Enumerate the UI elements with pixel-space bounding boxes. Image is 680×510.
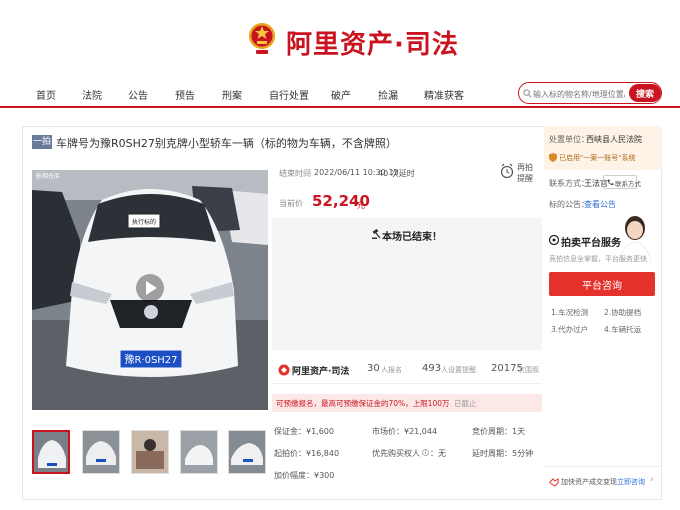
disposal-unit-label: 处置单位： <box>549 135 589 144</box>
disposal-unit-value[interactable]: 西峡县人民法院 <box>586 134 642 145</box>
service-item[interactable]: 3.代办过户 <box>551 324 588 335</box>
search-input[interactable] <box>533 87 625 101</box>
reminders-label: 人设置提醒 <box>441 366 476 374</box>
current-price-unit: 元 <box>357 201 365 210</box>
lot-title: 车牌号为豫R0SH27别克牌小型轿车一辆（标的物为车辆，不含牌照） <box>56 137 397 150</box>
deposit: 保证金：¥1,600 <box>274 427 334 436</box>
brand-logo-icon <box>278 364 290 376</box>
chevron-right-icon: › <box>650 475 654 485</box>
auction-service-icon <box>549 235 559 245</box>
market-price: 市场价：¥21,044 <box>372 427 438 436</box>
car-photo-image: 执行标的 豫R·0SH27 影相仓库 <box>32 170 268 410</box>
auction-ended-text: 本场已结束！ <box>382 232 442 243</box>
lot-notice-label: 标的公告： <box>549 200 589 209</box>
service-title: 拍卖平台服务 <box>561 238 621 249</box>
nav-item-self-disposal[interactable]: 自行处置 <box>269 87 309 102</box>
consult-banner[interactable]: 加快资产成交变现 立即咨询 › <box>544 466 662 496</box>
reminders-count: 493 <box>422 363 442 374</box>
nav-item-court[interactable]: 法院 <box>82 87 102 102</box>
remind-button[interactable]: 再拍 提醒 <box>500 160 540 194</box>
current-price-label: 当前价 <box>279 199 303 208</box>
deposit-notice-bar: 可预缴报名，最高可预缴保证金的70%，上限100万 已截止 <box>272 394 542 412</box>
nav-item-preview[interactable]: 预告 <box>175 87 195 102</box>
signups-label: 人报名 <box>381 366 402 374</box>
search-box: 搜索 <box>518 82 662 104</box>
thumbnail-2[interactable] <box>82 430 120 474</box>
priority-buyer-label: 优先购买权人 <box>372 449 420 458</box>
service-item[interactable]: 2.协助提档 <box>604 307 641 318</box>
system-badge: 已启用"一案一账号"系统 <box>559 154 636 162</box>
priority-buyer-value: ：无 <box>430 449 446 458</box>
phone-icon <box>608 179 614 186</box>
consult-now-link[interactable]: 立即咨询 <box>617 477 645 487</box>
platform-consult-button[interactable]: 平台咨询 <box>549 272 655 296</box>
info-icon[interactable] <box>422 449 429 456</box>
deposit-notice-status: 已截止 <box>454 399 477 408</box>
license-plate-text: 豫R·0SH27 <box>124 353 177 366</box>
auction-details: 保证金：¥1,600 市场价：¥21,044 竞价周期：1天 起拍价：¥16,8… <box>272 420 542 488</box>
nav-item-bankruptcy[interactable]: 破产 <box>331 87 351 102</box>
court-seal-icon <box>249 23 275 54</box>
main-car-photo[interactable]: 执行标的 豫R·0SH27 影相仓库 <box>32 170 268 410</box>
nav-item-criminal[interactable]: 刑案 <box>222 87 242 102</box>
remind-label: 再拍 提醒 <box>517 163 533 183</box>
auction-round-badge: 一拍 <box>32 135 52 149</box>
shield-icon <box>549 153 557 162</box>
signups-count: 30 <box>367 363 380 374</box>
search-button[interactable]: 搜索 <box>629 84 661 102</box>
views-label: 次围观 <box>518 366 539 374</box>
extend-count: 40 次延时 <box>378 169 415 178</box>
photo-sign-text: 执行标的 <box>132 218 156 226</box>
photo-watermark: 影相仓库 <box>36 172 60 180</box>
bid-cycle: 竞价周期：1天 <box>472 427 526 436</box>
contact-label: 联系方式： <box>549 179 589 188</box>
brand-name: 阿里资产·司法 <box>292 367 350 377</box>
nav-item-customers[interactable]: 精准获客 <box>424 87 464 102</box>
service-description: 竞拍信息全掌握，平台服务更快 <box>549 255 647 263</box>
end-time-label: 结束时间 <box>279 169 311 178</box>
deposit-notice-text: 可预缴报名，最高可预缴保证金的70%，上限100万 <box>276 399 450 408</box>
contact-button-label: 联系方式 <box>615 180 641 188</box>
nav-item-home[interactable]: 首页 <box>36 87 56 102</box>
thumbnail-strip <box>32 430 268 474</box>
contact-button[interactable]: 联系方式 <box>603 175 641 189</box>
search-icon <box>523 89 532 98</box>
handshake-icon <box>549 478 559 487</box>
lot-notice-link[interactable]: 查看公告 <box>584 199 616 210</box>
service-item[interactable]: 4.车辆托运 <box>604 324 641 335</box>
start-price: 起拍价：¥16,840 <box>274 449 340 458</box>
consult-banner-text: 加快资产成交变现 <box>561 478 617 486</box>
service-item[interactable]: 1.车况检测 <box>551 307 588 318</box>
disposal-unit-panel: 处置单位： 西峡县人民法院 已启用"一案一账号"系统 <box>544 126 662 170</box>
site-header: 阿里资产·司法 <box>0 0 680 78</box>
nav-item-bargain[interactable]: 捡漏 <box>378 87 398 102</box>
thumbnail-3[interactable] <box>131 430 169 474</box>
gavel-icon <box>372 229 381 239</box>
bid-increment: 加价幅度：¥300 <box>274 471 335 480</box>
alarm-clock-icon <box>500 163 514 179</box>
delay-cycle: 延时周期：5分钟 <box>472 449 534 458</box>
nav-item-announcement[interactable]: 公告 <box>128 87 148 102</box>
site-logo[interactable]: 阿里资产·司法 <box>286 24 459 61</box>
stats-bar: 阿里资产·司法 30 人报名 493 人设置提醒 20175 次围观 <box>272 358 542 384</box>
thumbnail-4[interactable] <box>180 430 218 474</box>
thumbnail-5[interactable] <box>228 430 266 474</box>
thumbnail-1[interactable] <box>32 430 70 474</box>
